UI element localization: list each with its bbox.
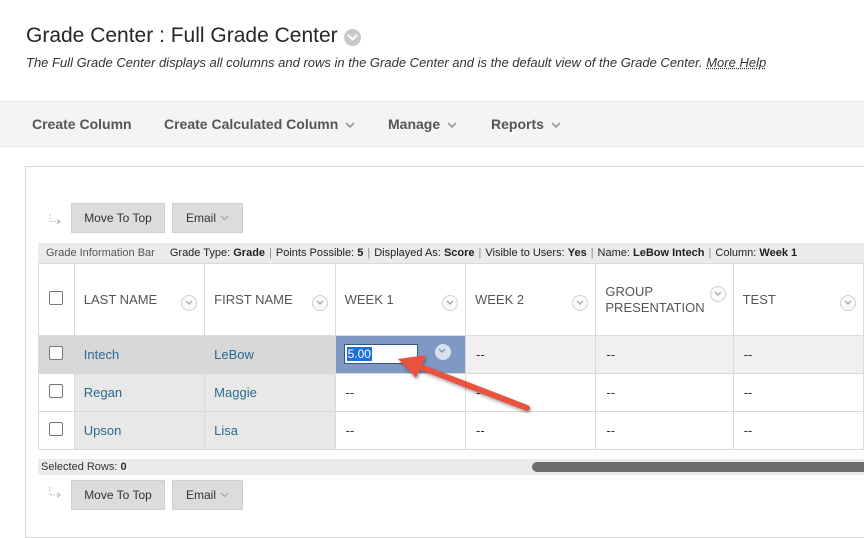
- page-description: The Full Grade Center displays all colum…: [26, 55, 766, 70]
- first-name-cell[interactable]: Lisa: [204, 411, 336, 450]
- page-title: Grade Center : Full Grade Center: [26, 24, 361, 48]
- grade-cell[interactable]: --: [334, 411, 466, 450]
- chevron-down-icon: [220, 492, 229, 498]
- select-all-cell: [38, 263, 75, 336]
- points-label: Points Possible:: [275, 247, 355, 259]
- manage-menu[interactable]: Manage: [388, 116, 457, 132]
- visible-value: Yes: [567, 247, 587, 259]
- reports-menu[interactable]: Reports: [491, 116, 561, 132]
- table-row: Upson Lisa -- -- -- --: [38, 411, 864, 450]
- chevron-down-icon[interactable]: [311, 295, 328, 311]
- grade-cell[interactable]: --: [595, 373, 734, 412]
- last-name-cell[interactable]: Intech: [73, 335, 206, 374]
- grade-type-value: Grade: [233, 247, 266, 259]
- grade-cell[interactable]: --: [732, 373, 864, 412]
- reports-label: Reports: [491, 116, 544, 132]
- chevron-down-icon[interactable]: [434, 344, 451, 360]
- grade-edit-value: 5.00: [346, 347, 372, 361]
- grade-information-bar: Grade Information Bar Grade Type: Grade …: [38, 243, 864, 263]
- chevron-down-icon[interactable]: [441, 295, 458, 311]
- move-to-top-label: Move To Top: [84, 488, 152, 502]
- last-name-cell[interactable]: Regan: [73, 373, 206, 412]
- grade-cell[interactable]: --: [595, 335, 734, 374]
- grade-cell-active[interactable]: 5.00: [334, 335, 466, 374]
- column-header-last-name[interactable]: LAST NAME: [73, 263, 206, 336]
- manage-label: Manage: [388, 116, 441, 132]
- horizontal-scrollbar[interactable]: [532, 462, 864, 472]
- connector-arrow-icon: [49, 214, 61, 225]
- row-checkbox[interactable]: [49, 384, 64, 398]
- chevron-down-icon[interactable]: [840, 295, 856, 311]
- connector-arrow-icon: [49, 487, 61, 498]
- selected-rows-count: 0: [120, 461, 127, 473]
- first-name-cell[interactable]: Maggie: [204, 373, 336, 412]
- name-label: Name:: [597, 247, 630, 259]
- grade-cell[interactable]: --: [595, 411, 734, 450]
- selected-rows-label: Selected Rows:: [41, 461, 118, 473]
- chevron-down-icon[interactable]: [709, 286, 726, 302]
- move-to-top-label: Move To Top: [84, 211, 152, 225]
- row-checkbox[interactable]: [49, 346, 64, 360]
- grade-cell[interactable]: --: [464, 411, 597, 450]
- email-label: Email: [185, 211, 216, 225]
- column-header-week-1[interactable]: WEEK 1: [334, 263, 466, 336]
- grade-edit-input[interactable]: 5.00: [343, 344, 418, 364]
- first-name-cell[interactable]: LeBow: [204, 335, 336, 374]
- table-row: Intech LeBow 5.00 -- -- --: [38, 335, 864, 374]
- email-menu-button[interactable]: Email: [172, 203, 243, 233]
- table-header-row: LAST NAME FIRST NAME WEEK 1 WEEK 2 GROUP…: [38, 263, 864, 336]
- column-label: Column:: [715, 247, 757, 259]
- chevron-down-icon: [345, 116, 355, 132]
- row-select-cell: [38, 373, 75, 412]
- email-label: Email: [185, 488, 216, 502]
- bottom-button-row: Move To Top Email: [49, 480, 250, 510]
- create-column-button[interactable]: Create Column: [32, 116, 132, 132]
- chevron-down-icon: [220, 215, 229, 221]
- page-title-text: Grade Center : Full Grade Center: [26, 24, 338, 47]
- select-all-checkbox[interactable]: [49, 291, 64, 305]
- chevron-down-icon: [447, 116, 457, 132]
- chevron-down-icon: [551, 116, 561, 132]
- more-help-link[interactable]: More Help: [706, 55, 766, 70]
- create-calculated-column-label: Create Calculated Column: [164, 116, 339, 132]
- points-value: 5: [357, 247, 364, 259]
- grade-cell[interactable]: --: [464, 335, 597, 374]
- row-select-cell: [38, 335, 75, 374]
- create-column-label: Create Column: [32, 116, 132, 132]
- grade-table: LAST NAME FIRST NAME WEEK 1 WEEK 2 GROUP…: [38, 263, 864, 450]
- grade-type-label: Grade Type:: [169, 247, 231, 259]
- grade-cell[interactable]: --: [732, 411, 864, 450]
- email-menu-button[interactable]: Email: [172, 480, 243, 510]
- action-bar: Create Column Create Calculated Column M…: [0, 101, 864, 147]
- last-name-cell[interactable]: Upson: [73, 411, 206, 450]
- grade-cell[interactable]: --: [464, 373, 597, 412]
- name-value: LeBow Intech: [633, 247, 705, 259]
- grade-cell[interactable]: --: [334, 373, 466, 412]
- row-select-cell: [38, 411, 75, 450]
- info-bar-label: Grade Information Bar: [46, 247, 155, 259]
- table-row: Regan Maggie -- -- -- --: [38, 373, 864, 412]
- column-header-first-name[interactable]: FIRST NAME: [204, 263, 336, 336]
- column-header-week-2[interactable]: WEEK 2: [464, 263, 597, 336]
- grade-cell[interactable]: --: [732, 335, 864, 374]
- displayed-value: Score: [443, 247, 475, 259]
- visible-label: Visible to Users:: [485, 247, 565, 259]
- page-description-text: The Full Grade Center displays all colum…: [26, 55, 703, 70]
- column-header-test[interactable]: TEST: [732, 263, 864, 336]
- column-value: Week 1: [759, 247, 798, 259]
- displayed-label: Displayed As:: [374, 247, 441, 259]
- move-to-top-button[interactable]: Move To Top: [71, 480, 165, 510]
- row-checkbox[interactable]: [49, 422, 64, 436]
- create-calculated-column-menu[interactable]: Create Calculated Column: [164, 116, 355, 132]
- column-header-group-presentation[interactable]: GROUP PRESENTATION: [595, 263, 734, 336]
- top-button-row: Move To Top Email: [49, 203, 250, 233]
- move-to-top-button[interactable]: Move To Top: [71, 203, 165, 233]
- chevron-down-icon[interactable]: [343, 28, 361, 46]
